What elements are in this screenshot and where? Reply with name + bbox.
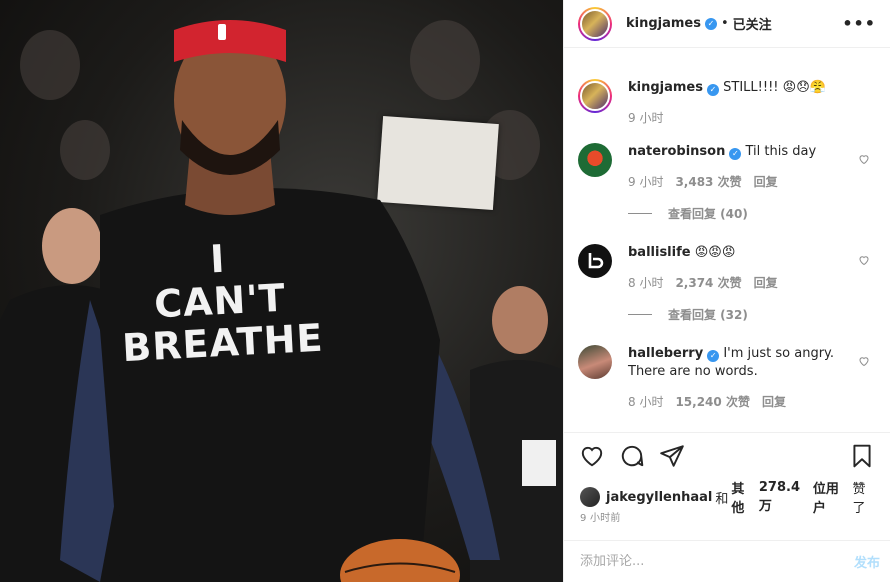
post-header: kingjames ✓ • 已关注 ••• (564, 0, 890, 48)
reply-button[interactable]: 回复 (754, 173, 778, 191)
caption-meta: 9 小时 (628, 109, 850, 127)
caption-text: STILL!!!! (723, 80, 779, 95)
comment-item: halleberry ✓ I'm just so angry. There are… (578, 345, 876, 411)
bookmark-icon (853, 444, 871, 467)
comment-likes[interactable]: 3,483 次赞 (675, 173, 741, 191)
liked-by: jakegyllenhaal 和 其他 278.4万 位用户 赞了 (580, 478, 880, 516)
save-button[interactable] (842, 436, 882, 476)
replies-line (628, 314, 652, 315)
view-replies-button[interactable]: 查看回复 (40) (628, 205, 876, 222)
shirt-text: I CAN'T BREATHE (117, 233, 324, 370)
follow-status-button[interactable]: 已关注 (733, 14, 772, 33)
comment-username[interactable]: halleberry (628, 346, 703, 361)
post-image[interactable]: I CAN'T BREATHE (0, 0, 563, 582)
comment-button[interactable] (612, 436, 652, 476)
like-button[interactable] (572, 436, 612, 476)
author-avatar[interactable] (578, 6, 612, 41)
comment-username[interactable]: naterobinson (628, 144, 725, 159)
nba-logo (218, 24, 226, 40)
view-replies-button[interactable]: 查看回复 (32) (628, 306, 876, 323)
caption-avatar[interactable] (578, 79, 612, 113)
comment-time: 9 小时 (628, 175, 664, 189)
comment-time: 8 小时 (628, 395, 664, 409)
caption-emoji: 😡 (782, 80, 797, 95)
comment-username[interactable]: ballislife (628, 245, 691, 260)
comment-meta: 9 小时 3,483 次赞 回复 (628, 173, 850, 191)
liked-by-count[interactable]: 278.4万 (759, 480, 810, 514)
reply-button[interactable]: 回复 (762, 393, 786, 411)
reply-button[interactable]: 回复 (754, 274, 778, 292)
comment-likes[interactable]: 15,240 次赞 (675, 393, 750, 411)
comment-time: 8 小时 (628, 276, 664, 290)
send-icon (660, 444, 684, 467)
verified-badge-icon: ✓ (705, 17, 717, 30)
action-bar (564, 432, 890, 478)
post-comment-button[interactable]: 发布 (854, 552, 880, 571)
comment-body: naterobinson ✓ Til this day 9 小时 3,483 次赞… (628, 143, 876, 191)
share-button[interactable] (652, 436, 692, 476)
ballislife-logo-icon (588, 253, 604, 269)
post-timestamp[interactable]: 9 小时前 (580, 509, 621, 524)
liked-by-user[interactable]: jakegyllenhaal (606, 490, 712, 505)
comment-item: naterobinson ✓ Til this day 9 小时 3,483 次赞… (578, 143, 876, 191)
liked-by-suffix[interactable]: 位用户 (813, 478, 850, 516)
caption-username[interactable]: kingjames (628, 80, 703, 95)
comment-likes[interactable]: 2,374 次赞 (675, 274, 741, 292)
caption-emoji: 😞 (796, 80, 810, 95)
heart-icon (581, 446, 603, 466)
comment-item: ballislife 😡😡😡 8 小时 2,374 次赞 回复 (578, 244, 876, 292)
post-dialog: I CAN'T BREATHE kingjames ✓ • 已关注 ••• ki… (0, 0, 890, 582)
verified-badge-icon: ✓ (707, 84, 719, 96)
liked-by-others[interactable]: 其他 (731, 478, 755, 516)
liked-by-conj: 和 (715, 491, 729, 507)
more-horizontal-icon[interactable]: ••• (842, 14, 876, 33)
caption-time: 9 小时 (628, 111, 664, 125)
view-replies-label: 查看回复 (40) (668, 207, 748, 221)
comment-heart-icon[interactable] (858, 254, 870, 266)
liked-by-avatar[interactable] (580, 487, 600, 507)
comment-meta: 8 小时 15,240 次赞 回复 (628, 393, 850, 411)
separator-dot: • (721, 16, 729, 31)
comment-text: 😡😡😡 (694, 245, 736, 260)
comment-heart-icon[interactable] (858, 355, 870, 367)
commenter-avatar[interactable] (578, 143, 612, 177)
caption-body: kingjames ✓ STILL!!!! 😡😞😤 9 小时 (628, 79, 876, 127)
verified-badge-icon: ✓ (729, 148, 742, 160)
verified-badge-icon: ✓ (707, 350, 720, 362)
post-panel: kingjames ✓ • 已关注 ••• kingjames ✓ STILL!!… (563, 0, 890, 582)
comment-meta: 8 小时 2,374 次赞 回复 (628, 274, 850, 292)
commenter-avatar[interactable] (578, 244, 612, 278)
comment-body: halleberry ✓ I'm just so angry. There are… (628, 345, 876, 411)
view-replies-label: 查看回复 (32) (668, 308, 748, 322)
comments-list[interactable]: kingjames ✓ STILL!!!! 😡😞😤 9 小时 naterobins… (564, 49, 890, 432)
comment-text: Til this day (745, 144, 817, 159)
comment-heart-icon[interactable] (858, 153, 870, 165)
comment-body: ballislife 😡😡😡 8 小时 2,374 次赞 回复 (628, 244, 876, 292)
replies-line (628, 213, 652, 214)
comment-icon (621, 445, 644, 466)
comment-input[interactable] (580, 554, 854, 569)
add-comment-bar: 发布 (564, 540, 890, 582)
liked-by-verb: 赞了 (852, 482, 866, 516)
author-username[interactable]: kingjames (626, 16, 701, 31)
caption-emoji: 😤 (809, 80, 826, 95)
caption: kingjames ✓ STILL!!!! 😡😞😤 9 小时 (578, 79, 876, 127)
commenter-avatar[interactable] (578, 345, 612, 379)
